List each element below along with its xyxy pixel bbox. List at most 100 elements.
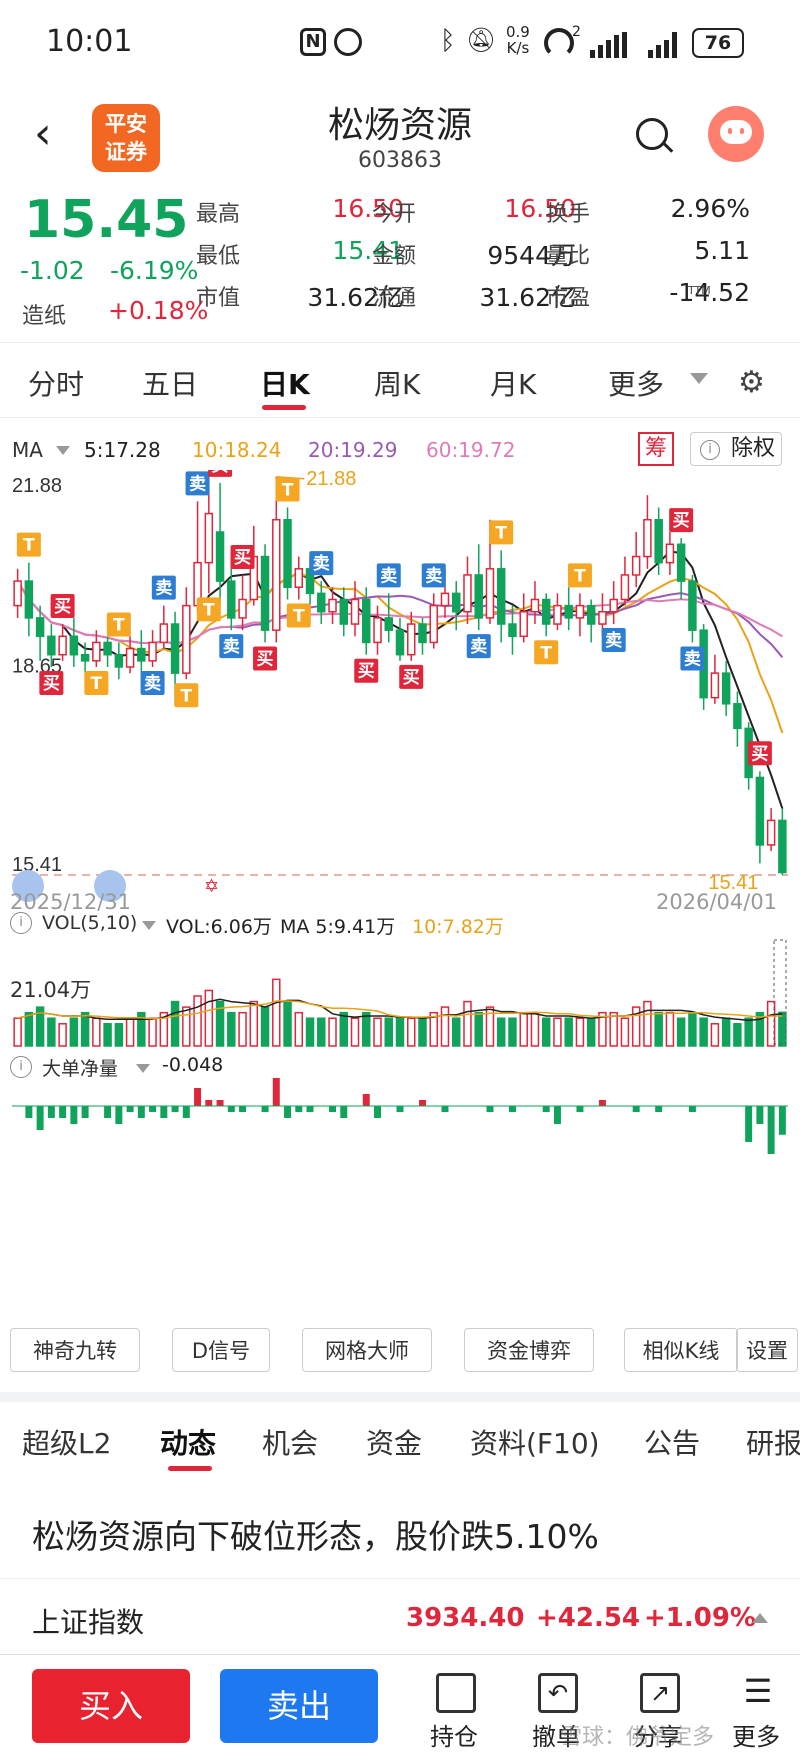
bigorder-bar xyxy=(553,1106,561,1124)
news-item[interactable]: 松炀资源向下破位形态，股价跌5.10% xyxy=(0,1478,800,1578)
sector-name[interactable]: 造纸 xyxy=(22,298,66,330)
candle-body xyxy=(114,653,124,668)
position-label: 持仓 xyxy=(430,1723,478,1751)
candle-body xyxy=(654,518,663,564)
signal-tag-text: 卖 xyxy=(144,673,161,694)
candle xyxy=(204,489,214,594)
bigorder-bar xyxy=(272,1078,280,1106)
subtab-fund[interactable]: 资金 xyxy=(366,1422,422,1462)
quote-label: 流通 xyxy=(372,286,417,311)
signal-tag-text: 买 xyxy=(673,511,690,531)
chip-button[interactable]: 筹 xyxy=(638,432,674,466)
tab-fenshi[interactable]: 分时 xyxy=(28,363,84,403)
bigorder-dropdown-icon[interactable] xyxy=(136,1064,150,1073)
volume-bar xyxy=(204,989,214,1047)
signal-tag: 买 xyxy=(50,594,75,619)
bigorder-label[interactable]: 大单净量 xyxy=(42,1054,118,1081)
signal-tag: 卖 xyxy=(151,575,176,600)
avatar[interactable] xyxy=(708,106,764,162)
ma-label[interactable]: MA xyxy=(12,438,43,462)
tool-fund-game[interactable]: 资金博弈 xyxy=(464,1328,594,1372)
candle-body xyxy=(373,617,382,644)
bigorder-bar xyxy=(149,1106,157,1112)
news-headline[interactable]: 松炀资源向下破位形态，股价跌5.10% xyxy=(32,1510,599,1558)
tab-wuri[interactable]: 五日 xyxy=(142,363,198,403)
volume-bar xyxy=(260,1006,270,1047)
battery-icon: 76 xyxy=(692,28,744,58)
sector-change: +0.18% xyxy=(108,296,209,325)
bigorder-bar xyxy=(396,1106,404,1112)
subtab-report[interactable]: 研报 xyxy=(746,1422,800,1462)
subtab-f10[interactable]: 资料(F10) xyxy=(470,1422,600,1462)
bigorder-bar xyxy=(632,1106,640,1112)
volume-bar xyxy=(474,1011,483,1047)
subtab-chance[interactable]: 机会 xyxy=(262,1422,318,1462)
y-axis-label: 21.88 xyxy=(12,475,62,497)
candlestick-chart[interactable]: 21.8818.6515.4121.8815.41T买买TT卖卖T卖T买卖买买T… xyxy=(0,470,800,960)
candle xyxy=(114,642,124,680)
index-ticker[interactable]: 上证指数 3934.40 +42.54 +1.09% xyxy=(0,1578,800,1654)
candle xyxy=(586,599,596,643)
candle xyxy=(609,581,618,625)
more-button[interactable]: ☰ 更多 xyxy=(718,1655,798,1759)
ma-dropdown-icon[interactable] xyxy=(56,446,70,455)
sell-button[interactable]: 卖出 xyxy=(220,1669,378,1743)
subtab-notice[interactable]: 公告 xyxy=(644,1422,700,1462)
candle-body xyxy=(564,604,573,619)
volume-bar xyxy=(227,1011,236,1047)
kline-chart-area[interactable]: MA 5:17.28 10:18.24 20:19.29 60:19.72 筹 … xyxy=(0,418,800,1318)
vol-value: VOL:6.06万 xyxy=(166,916,272,938)
volume-bar xyxy=(665,1011,675,1047)
volume-bar xyxy=(395,1017,405,1047)
pe-suffix: TTM xyxy=(688,284,711,297)
vol-indicator-label[interactable]: VOL(5,10) xyxy=(42,912,137,934)
chevron-up-icon[interactable] xyxy=(752,1613,768,1623)
bigorder-bar xyxy=(227,1106,235,1112)
tool-similar-k[interactable]: 相似K线 xyxy=(624,1328,738,1372)
position-button[interactable]: 持仓 xyxy=(416,1655,496,1759)
candle-body xyxy=(170,623,180,674)
tab-rik[interactable]: 日K xyxy=(260,363,310,403)
signal-tag: 买 xyxy=(253,646,278,671)
subtab-news[interactable]: 动态 xyxy=(160,1422,216,1462)
signal-tag: 买 xyxy=(399,664,424,689)
candle xyxy=(103,636,112,667)
tool-settings[interactable]: 设置 xyxy=(736,1328,798,1372)
bigorder-bar xyxy=(70,1106,78,1124)
tool-d-signal[interactable]: D信号 xyxy=(172,1328,270,1372)
watermark: 雪球：佛爷定多 xyxy=(560,1725,715,1750)
tool-grid-master[interactable]: 网格大师 xyxy=(302,1328,432,1372)
vol-dropdown-icon[interactable] xyxy=(142,921,156,930)
tab-yuek[interactable]: 月K xyxy=(490,363,536,403)
volume-bar xyxy=(238,1011,247,1047)
volume-bar xyxy=(193,995,202,1047)
subtab-l2[interactable]: 超级L2 xyxy=(22,1422,111,1462)
subtab-active-indicator xyxy=(168,1466,212,1471)
signal-tag-text: 卖 xyxy=(223,636,240,657)
tool-nine-turn[interactable]: 神奇九转 xyxy=(10,1328,140,1372)
signal-tag: T xyxy=(196,597,221,622)
tab-zhouk[interactable]: 周K xyxy=(374,363,420,403)
candle-body xyxy=(350,598,360,625)
bigorder-bar xyxy=(216,1100,224,1106)
signal-tag-text: 买 xyxy=(257,649,274,669)
volume-bar xyxy=(69,1017,79,1047)
signal-tag-text: 买 xyxy=(54,597,71,617)
volume-bar xyxy=(654,1011,663,1047)
candle xyxy=(665,531,675,575)
signal-tag: 卖 xyxy=(421,563,446,588)
volume-bar xyxy=(328,1017,337,1047)
signal-tag: 卖 xyxy=(466,634,491,659)
volume-bar xyxy=(148,1017,157,1047)
signal-tag-text: 卖 xyxy=(155,578,172,599)
candle-body xyxy=(586,604,596,625)
bigorder-bar xyxy=(756,1106,764,1124)
candle-body xyxy=(755,776,765,846)
tab-more[interactable]: 更多 xyxy=(608,363,664,403)
bigorder-bar xyxy=(182,1106,190,1118)
bigorder-bar xyxy=(688,1106,696,1112)
volume-bar xyxy=(530,1011,540,1047)
signal-tag: T xyxy=(275,477,300,502)
gear-icon[interactable]: ⚙ xyxy=(738,365,765,400)
buy-button[interactable]: 买入 xyxy=(32,1669,190,1743)
